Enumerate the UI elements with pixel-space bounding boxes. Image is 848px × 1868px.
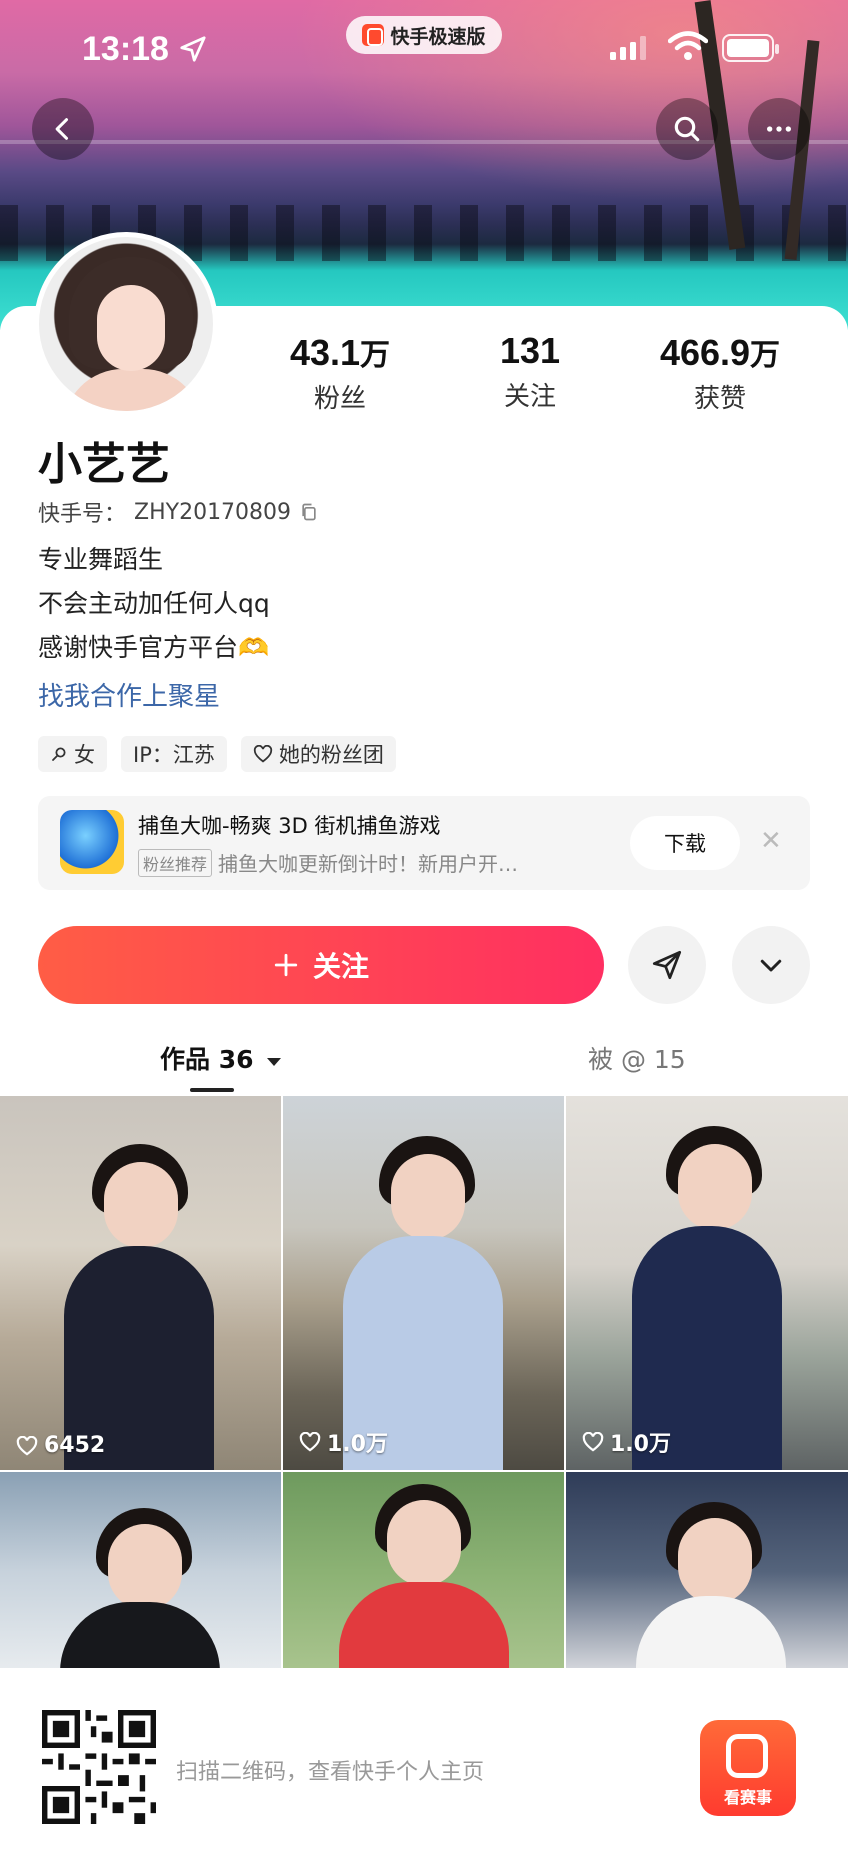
ad-download-button[interactable]: 下载 xyxy=(630,816,740,870)
search-icon xyxy=(674,116,700,142)
female-symbol-icon xyxy=(52,747,66,761)
plus-icon xyxy=(274,953,298,977)
fan-club-heart-icon xyxy=(253,745,272,763)
following-label: 关注 xyxy=(503,382,556,412)
video-likes: 6452 xyxy=(16,1433,105,1458)
tab-indicator xyxy=(190,1088,234,1092)
collab-link[interactable]: 找我合作上聚星 xyxy=(38,676,220,713)
message-button[interactable] xyxy=(628,926,706,1004)
qr-code[interactable] xyxy=(42,1710,156,1824)
kuaishou-logo-icon xyxy=(726,1734,768,1778)
likes-count: 466.9 xyxy=(659,332,751,373)
likes-count: 1.0万 xyxy=(610,1432,671,1457)
likes-unit: 万 xyxy=(750,339,781,372)
expand-button[interactable] xyxy=(732,926,810,1004)
battery-icon xyxy=(722,34,779,62)
fan-club-label: 她的粉丝团 xyxy=(278,743,384,767)
caret-down-icon xyxy=(267,1058,282,1066)
fans-unit: 万 xyxy=(360,339,391,372)
kuaishou-app-logo[interactable]: 看赛事 xyxy=(700,1720,796,1816)
bio-line: 感谢快手官方平台 xyxy=(38,633,239,662)
app-pill-label: 快手极速版 xyxy=(390,25,486,48)
more-button[interactable] xyxy=(748,98,810,160)
close-icon[interactable]: ✕ xyxy=(760,826,782,856)
video-thumbnail[interactable]: 6452 xyxy=(0,1096,281,1470)
ad-subtitle: 粉丝推荐 捕鱼大咖更新倒计时！新用户开… xyxy=(138,848,518,877)
avatar[interactable] xyxy=(34,232,218,416)
app-switch-pill[interactable]: 快手极速版 xyxy=(346,16,502,54)
signal-icon xyxy=(610,36,646,60)
wifi-icon xyxy=(668,31,708,60)
bio-line: 不会主动加任何人qq xyxy=(38,589,270,618)
likes-count: 6452 xyxy=(44,1433,106,1458)
following-count: 131 xyxy=(499,330,561,371)
heart-icon xyxy=(299,1432,321,1452)
more-dots-icon xyxy=(767,126,791,132)
kuaishou-id[interactable]: 快手号： ZHY20170809 xyxy=(38,496,319,528)
status-bar: 13:18 快手极速版 xyxy=(0,0,848,100)
kuaishou-id-value: ZHY20170809 xyxy=(134,499,292,525)
video-thumbnail[interactable]: 1.0万 xyxy=(566,1096,848,1470)
ad-description: 捕鱼大咖更新倒计时！新用户开… xyxy=(218,852,519,876)
ip-label: IP：江苏 xyxy=(133,743,215,767)
video-thumbnail[interactable] xyxy=(283,1472,564,1672)
ad-badge: 粉丝推荐 xyxy=(138,848,213,877)
game-ad-card[interactable]: 捕鱼大咖-畅爽 3D 街机捕鱼游戏 粉丝推荐 捕鱼大咖更新倒计时！新用户开… 下… xyxy=(38,796,810,890)
follow-button[interactable]: 关注 xyxy=(38,926,604,1004)
location-arrow-icon xyxy=(180,36,206,62)
gender-label: 女 xyxy=(74,743,95,767)
video-thumbnail[interactable] xyxy=(566,1472,848,1672)
video-thumbnail[interactable]: 1.0万 xyxy=(283,1096,564,1470)
bio-line: 专业舞蹈生 xyxy=(38,545,164,574)
gender-tag: 女 xyxy=(38,736,107,772)
search-button[interactable] xyxy=(656,98,718,160)
share-qr-bar: 扫描二维码，查看快手个人主页 看赛事 xyxy=(0,1668,848,1868)
tab-works-label: 作品 36 xyxy=(160,1045,254,1074)
tab-works[interactable]: 作品 36 xyxy=(160,1040,282,1076)
heart-hands-emoji: 🫶 xyxy=(238,633,270,662)
video-thumbnail[interactable] xyxy=(0,1472,281,1672)
profile-stats: 43.1万 粉丝 131 关注 466.9万 获赞 xyxy=(250,330,810,415)
logo-caption: 看赛事 xyxy=(723,1788,772,1807)
heart-icon xyxy=(16,1435,38,1456)
ip-tag: IP：江苏 xyxy=(121,736,227,772)
likes-label: 获赞 xyxy=(693,384,746,414)
kuaishou-logo-icon xyxy=(362,24,385,46)
video-grid: 6452 1.0万 1.0万 xyxy=(0,1096,848,1672)
follow-label: 关注 xyxy=(312,950,369,983)
stat-likes[interactable]: 466.9万 获赞 xyxy=(630,330,810,415)
paper-plane-icon xyxy=(652,950,682,980)
chevron-down-icon xyxy=(760,959,782,972)
content-tabs: 作品 36 被 @ 15 xyxy=(0,1024,848,1094)
qr-hint: 扫描二维码，查看快手个人主页 xyxy=(176,1760,485,1785)
back-button[interactable] xyxy=(32,98,94,160)
tab-mentioned[interactable]: 被 @ 15 xyxy=(588,1040,686,1076)
copy-icon[interactable] xyxy=(299,502,319,522)
video-likes: 1.0万 xyxy=(582,1426,671,1458)
status-time: 13:18 xyxy=(82,30,169,68)
heart-icon xyxy=(582,1432,604,1452)
profile-bio: 专业舞蹈生 不会主动加任何人qq 感谢快手官方平台🫶 xyxy=(38,538,270,670)
kuaishou-id-label: 快手号： xyxy=(38,502,127,527)
profile-tags: 女 IP：江苏 她的粉丝团 xyxy=(38,736,396,772)
ad-title: 捕鱼大咖-畅爽 3D 街机捕鱼游戏 xyxy=(138,814,441,838)
stat-following[interactable]: 131 关注 xyxy=(440,330,620,415)
stat-fans[interactable]: 43.1万 粉丝 xyxy=(250,330,430,415)
fans-label: 粉丝 xyxy=(313,384,366,414)
fish-game-icon xyxy=(60,810,124,874)
video-likes: 1.0万 xyxy=(299,1426,388,1458)
fans-count: 43.1 xyxy=(289,332,361,373)
chevron-left-icon xyxy=(55,118,69,140)
likes-count: 1.0万 xyxy=(327,1432,388,1457)
fan-club-tag[interactable]: 她的粉丝团 xyxy=(240,736,396,772)
profile-name: 小艺艺 xyxy=(38,439,170,490)
